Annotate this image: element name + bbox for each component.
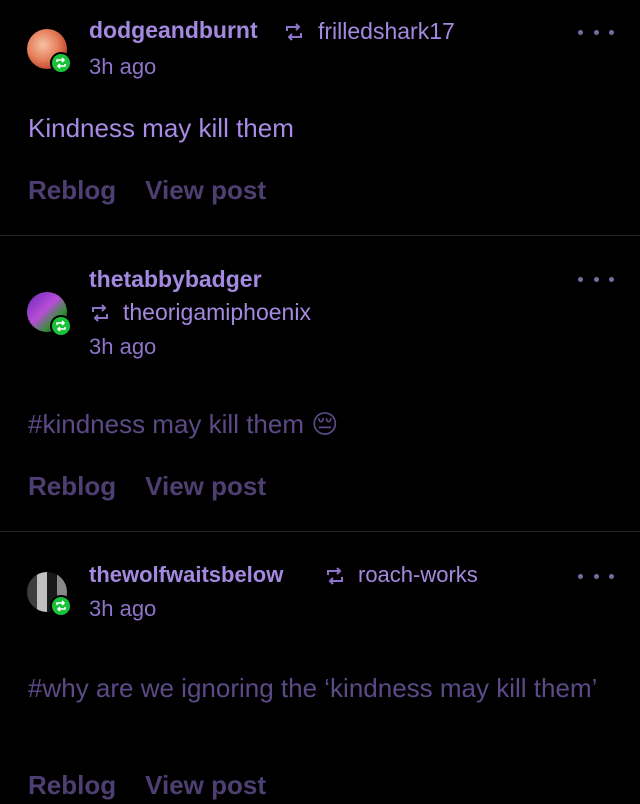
reblog-icon [327, 567, 343, 585]
reblog-button[interactable]: Reblog [28, 175, 116, 206]
more-options-icon[interactable] [578, 569, 614, 583]
reblog-badge-icon [50, 595, 72, 617]
post-body: #why are we ignoring the ‘kindness may k… [28, 673, 598, 703]
post-author[interactable]: thewolfwaitsbelow [89, 562, 283, 588]
post-author[interactable]: thetabbybadger [89, 266, 262, 293]
avatar[interactable] [27, 29, 72, 74]
reblogged-from[interactable]: roach-works [358, 562, 478, 588]
view-post-link[interactable]: View post [145, 175, 266, 206]
avatar[interactable] [27, 572, 72, 617]
post-time: 3h ago [89, 596, 157, 621]
post-author[interactable]: dodgeandburnt [89, 17, 258, 44]
more-options-icon[interactable] [578, 272, 614, 286]
post-time: 3h ago [89, 54, 157, 79]
post-3: thewolfwaitsbelow roach-works 3h ago #wh… [0, 532, 640, 804]
reblogged-from[interactable]: theorigamiphoenix [123, 299, 311, 326]
reblog-badge-icon [50, 52, 72, 74]
reblog-badge-icon [50, 315, 72, 337]
pensive-emoji: 😔 [311, 409, 339, 439]
reblogged-from[interactable]: frilledshark17 [318, 18, 455, 45]
activity-feed: dodgeandburnt frilledshark17 3h ago Kind… [0, 0, 640, 804]
view-post-link[interactable]: View post [145, 770, 266, 801]
post-actions: Reblog View post [28, 175, 266, 206]
post-body: #kindness may kill them 😔 [28, 408, 618, 440]
post-actions: Reblog View post [28, 770, 266, 801]
avatar[interactable] [27, 292, 72, 337]
post-time: 3h ago [89, 334, 157, 359]
reblog-button[interactable]: Reblog [28, 770, 116, 801]
post-2: thetabbybadger theorigamiphoenix 3h ago … [0, 236, 640, 531]
post-1: dodgeandburnt frilledshark17 3h ago Kind… [0, 0, 640, 235]
reblog-icon [92, 304, 108, 322]
view-post-link[interactable]: View post [145, 471, 266, 502]
more-options-icon[interactable] [578, 25, 614, 39]
post-body: Kindness may kill them [28, 113, 294, 143]
reblog-button[interactable]: Reblog [28, 471, 116, 502]
post-actions: Reblog View post [28, 471, 266, 502]
post-text: #kindness may kill them [28, 409, 304, 439]
reblog-icon [286, 23, 302, 41]
